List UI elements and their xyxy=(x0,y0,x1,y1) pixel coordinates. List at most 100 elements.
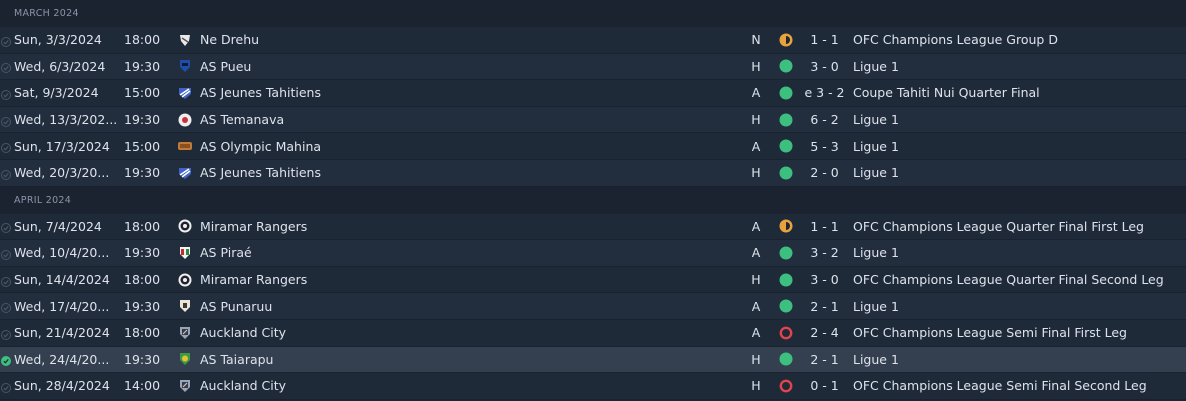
fixture-time: 18:00 xyxy=(124,325,161,341)
check-icon[interactable] xyxy=(1,248,11,260)
fixture-time: 19:30 xyxy=(124,351,161,367)
fixture-row[interactable]: Sat, 9/3/2024 15:00 AS Jeunes Tahitiens … xyxy=(0,80,1186,107)
fixtures-list: MARCH 2024 Sun, 3/3/2024 18:00 Ne Drehu … xyxy=(0,0,1186,401)
opponent-name[interactable]: Auckland City xyxy=(200,378,286,393)
fixture-row[interactable]: Sun, 7/4/2024 18:00 Miramar Rangers A 1 … xyxy=(0,213,1186,241)
check-icon[interactable] xyxy=(1,115,11,127)
loss-result-icon xyxy=(779,379,793,393)
fixture-time: 19:30 xyxy=(124,245,161,261)
score[interactable]: 6 - 2 xyxy=(802,112,847,127)
venue: A xyxy=(751,245,761,261)
fixture-row[interactable]: Wed, 24/4/20... 19:30 AS Taiarapu H 2 - … xyxy=(0,346,1186,374)
competition-name[interactable]: OFC Champions League Semi Final First Le… xyxy=(853,325,1127,340)
opponent-name[interactable]: AS Taiarapu xyxy=(200,352,273,367)
check-icon[interactable] xyxy=(1,141,11,154)
check-icon[interactable] xyxy=(1,221,11,234)
score[interactable]: 2 - 1 xyxy=(802,352,847,367)
fixture-row[interactable]: Wed, 17/4/20... 19:30 AS Punaruu A 2 - 1… xyxy=(0,293,1186,320)
opponent-name[interactable]: Miramar Rangers xyxy=(200,219,307,234)
check-icon[interactable] xyxy=(1,275,11,287)
competition-name[interactable]: Coupe Tahiti Nui Quarter Final xyxy=(853,85,1040,100)
fixture-row[interactable]: Sun, 17/3/2024 15:00 AS Olympic Mahina A… xyxy=(0,133,1186,160)
win-result-icon xyxy=(779,273,793,287)
check-icon[interactable] xyxy=(1,35,11,47)
competition-name[interactable]: Ligue 1 xyxy=(853,165,899,180)
competition-name[interactable]: Ligue 1 xyxy=(853,59,899,74)
competition-name[interactable]: Ligue 1 xyxy=(853,352,899,367)
competition-name[interactable]: Ligue 1 xyxy=(853,139,899,154)
as-pueu-badge xyxy=(177,58,193,74)
opponent-name[interactable]: AS Temanava xyxy=(200,112,284,127)
as-temanava-badge xyxy=(177,112,193,128)
venue: A xyxy=(751,218,761,234)
check-icon[interactable] xyxy=(1,354,11,367)
fixture-date: Sun, 14/4/2024 xyxy=(14,272,110,288)
check-icon[interactable] xyxy=(1,88,11,100)
opponent-name[interactable]: AS Jeunes Tahitiens xyxy=(200,165,321,180)
fixture-time: 19:30 xyxy=(124,165,161,181)
score[interactable]: 1 - 1 xyxy=(802,219,847,234)
draw-result-icon xyxy=(779,33,793,47)
score[interactable]: 2 - 0 xyxy=(802,165,847,180)
win-result-icon xyxy=(779,113,793,127)
fixture-time: 19:30 xyxy=(124,298,161,314)
competition-name[interactable]: OFC Champions League Quarter Final Secon… xyxy=(853,272,1164,287)
fixture-row[interactable]: Sun, 28/4/2024 14:00 Auckland City H 0 -… xyxy=(0,373,1186,400)
score[interactable]: 3 - 0 xyxy=(802,59,847,74)
competition-name[interactable]: Ligue 1 xyxy=(853,245,899,260)
ne-drehu-badge xyxy=(177,32,193,48)
fixture-time: 15:00 xyxy=(124,85,161,101)
fixture-row[interactable]: Sun, 3/3/2024 18:00 Ne Drehu N 1 - 1 OFC… xyxy=(0,27,1186,54)
as-jeunes-tahitiens-badge xyxy=(177,165,193,181)
fixture-row[interactable]: Sun, 14/4/2024 18:00 Miramar Rangers H 3… xyxy=(0,266,1186,294)
venue: A xyxy=(751,85,761,101)
check-icon[interactable] xyxy=(1,381,11,393)
venue: A xyxy=(751,325,761,341)
competition-name[interactable]: Ligue 1 xyxy=(853,112,899,127)
score[interactable]: 2 - 1 xyxy=(802,299,847,314)
fixture-date: Sun, 28/4/2024 xyxy=(14,378,110,394)
venue: H xyxy=(751,165,761,181)
opponent-name[interactable]: Miramar Rangers xyxy=(200,272,307,287)
check-icon[interactable] xyxy=(1,61,11,74)
fixture-date: Sun, 21/4/2024 xyxy=(14,325,110,341)
check-icon[interactable] xyxy=(1,168,11,180)
competition-name[interactable]: OFC Champions League Semi Final Second L… xyxy=(853,378,1147,393)
competition-name[interactable]: OFC Champions League Group D xyxy=(853,32,1058,47)
fixture-date: Sun, 7/4/2024 xyxy=(14,218,102,234)
month-header: MARCH 2024 xyxy=(0,0,1186,27)
opponent-name[interactable]: Auckland City xyxy=(200,325,286,340)
check-icon[interactable] xyxy=(1,328,11,340)
opponent-name[interactable]: AS Pueu xyxy=(200,59,251,74)
fixture-row[interactable]: Sun, 21/4/2024 18:00 Auckland City A 2 -… xyxy=(0,319,1186,347)
opponent-name[interactable]: AS Jeunes Tahitiens xyxy=(200,85,321,100)
venue: H xyxy=(751,58,761,74)
as-jeunes-tahitiens-badge xyxy=(177,85,193,101)
fixture-row[interactable]: Wed, 6/3/2024 19:30 AS Pueu H 3 - 0 Ligu… xyxy=(0,53,1186,81)
miramar-rangers-badge xyxy=(177,272,193,288)
score[interactable]: e 3 - 2 xyxy=(802,85,847,100)
auckland-city-badge xyxy=(177,325,193,341)
score[interactable]: 1 - 1 xyxy=(802,32,847,47)
fixture-date: Wed, 10/4/20... xyxy=(14,245,110,261)
score[interactable]: 2 - 4 xyxy=(802,325,847,340)
fixture-time: 19:30 xyxy=(124,58,161,74)
opponent-name[interactable]: AS Piraé xyxy=(200,245,252,260)
win-result-icon xyxy=(779,139,793,153)
opponent-name[interactable]: AS Punaruu xyxy=(200,299,272,314)
score[interactable]: 3 - 2 xyxy=(802,245,847,260)
fixture-row[interactable]: Wed, 10/4/20... 19:30 AS Piraé A 3 - 2 L… xyxy=(0,240,1186,267)
draw-result-icon xyxy=(779,219,793,233)
opponent-name[interactable]: Ne Drehu xyxy=(200,32,259,47)
opponent-name[interactable]: AS Olympic Mahina xyxy=(200,139,321,154)
as-pirae-badge xyxy=(177,245,193,261)
venue: N xyxy=(751,32,761,48)
fixture-row[interactable]: Wed, 13/3/202... 19:30 AS Temanava H 6 -… xyxy=(0,106,1186,134)
competition-name[interactable]: Ligue 1 xyxy=(853,299,899,314)
fixture-row[interactable]: Wed, 20/3/20... 19:30 AS Jeunes Tahitien… xyxy=(0,159,1186,187)
score[interactable]: 3 - 0 xyxy=(802,272,847,287)
score[interactable]: 0 - 1 xyxy=(802,378,847,393)
score[interactable]: 5 - 3 xyxy=(802,139,847,154)
check-icon[interactable] xyxy=(1,301,11,314)
competition-name[interactable]: OFC Champions League Quarter Final First… xyxy=(853,219,1144,234)
